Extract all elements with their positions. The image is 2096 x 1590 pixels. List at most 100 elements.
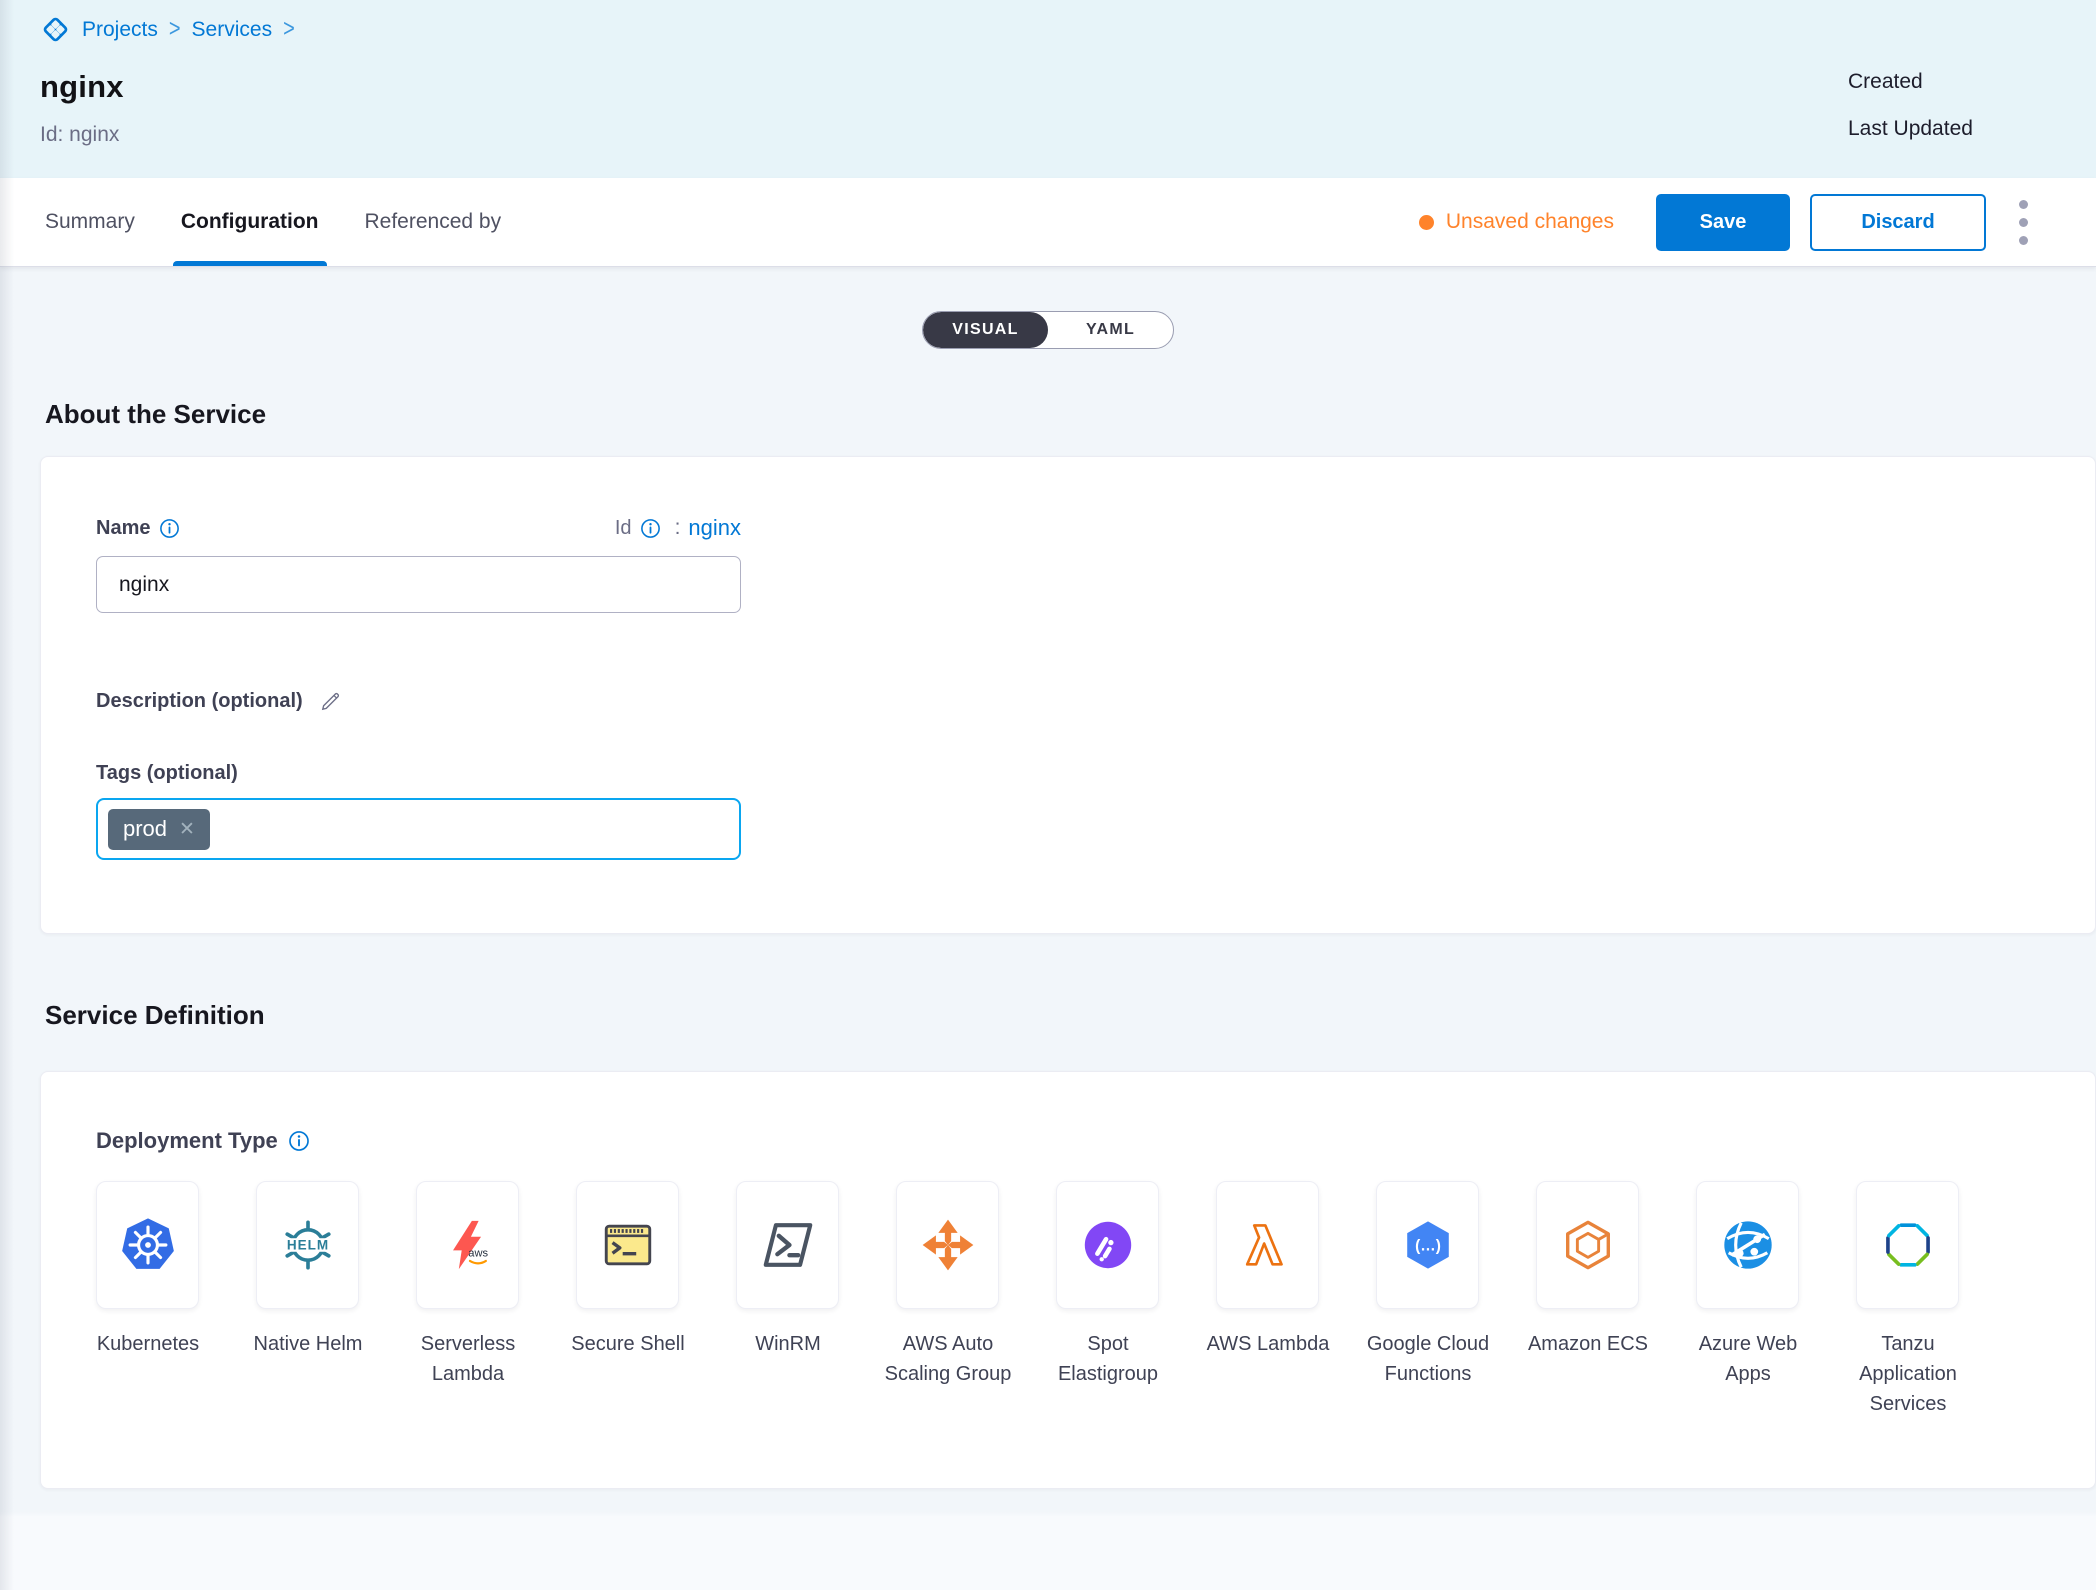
svg-text:(…): (…)	[1415, 1238, 1441, 1255]
save-button[interactable]: Save	[1656, 194, 1790, 251]
deployment-type-label: AWS Auto Scaling Group	[881, 1329, 1015, 1389]
deployment-type-label: Tanzu Application Services	[1841, 1329, 1975, 1419]
serverless-lambda-icon: aws	[439, 1216, 497, 1274]
deployment-type-label: Google Cloud Functions	[1361, 1329, 1495, 1389]
info-icon[interactable]	[640, 518, 661, 539]
tab-bar: Summary Configuration Referenced by Unsa…	[0, 178, 2096, 267]
service-definition-card: Deployment Type KubernetesHELMNative Hel…	[40, 1071, 2096, 1489]
created-label: Created	[1848, 70, 1973, 94]
deployment-type-item: Spot Elastigroup	[1056, 1181, 1159, 1419]
deployment-type-card-google-cloud-functions[interactable]: (…)	[1376, 1181, 1479, 1309]
tab-referenced-by[interactable]: Referenced by	[365, 178, 502, 266]
tabs: Summary Configuration Referenced by	[45, 178, 501, 266]
tag-chip: prod ✕	[108, 809, 210, 850]
tag-text: prod	[123, 816, 167, 842]
deployment-type-card-serverless-lambda[interactable]: aws	[416, 1181, 519, 1309]
deployment-type-label: Serverless Lambda	[401, 1329, 535, 1389]
deployment-type-heading: Deployment Type	[96, 1128, 2095, 1154]
deployment-type-card-kubernetes[interactable]	[96, 1181, 199, 1309]
breadcrumb-link-services[interactable]: Services	[192, 18, 273, 42]
deployment-type-item: WinRM	[736, 1181, 839, 1419]
unsaved-changes-text: Unsaved changes	[1446, 210, 1614, 234]
visual-yaml-toggle: VISUAL YAML	[922, 311, 1174, 349]
deployment-type-label: WinRM	[721, 1329, 855, 1359]
deployment-type-label: AWS Lambda	[1201, 1329, 1335, 1359]
deployment-type-card-aws-lambda[interactable]	[1216, 1181, 1319, 1309]
description-label-text: Description (optional)	[96, 690, 303, 713]
edit-pencil-icon[interactable]	[318, 689, 343, 714]
page-header: Projects > Services > nginx Id: nginx Creat…	[0, 0, 2096, 178]
header-meta: Created Last Updated	[1848, 70, 1973, 141]
kebab-menu-icon[interactable]	[2012, 194, 2034, 251]
info-icon[interactable]	[288, 1130, 310, 1152]
id-value-link[interactable]: nginx	[688, 515, 741, 541]
deployment-type-card-aws-auto-scaling-group[interactable]	[896, 1181, 999, 1309]
deployment-type-label-text: Deployment Type	[96, 1128, 278, 1154]
service-title: nginx	[40, 69, 2096, 105]
deployment-type-card-spot-elastigroup[interactable]	[1056, 1181, 1159, 1309]
deployment-type-label: Native Helm	[241, 1329, 375, 1359]
deployment-type-card-native-helm[interactable]: HELM	[256, 1181, 359, 1309]
name-field-label: Name	[96, 517, 180, 540]
deployment-type-label: Amazon ECS	[1521, 1329, 1655, 1359]
azure-web-apps-icon	[1719, 1216, 1777, 1274]
deployment-type-item: Azure Web Apps	[1696, 1181, 1799, 1419]
about-service-card: Name Id : nginx Description (optional)	[40, 456, 2096, 934]
about-service-heading: About the Service	[45, 399, 2096, 430]
breadcrumb-items: Projects > Services >	[82, 18, 295, 42]
breadcrumb-separator-icon: >	[169, 15, 181, 44]
breadcrumb-link-projects[interactable]: Projects	[82, 18, 158, 42]
deployment-type-card-tanzu-application-services[interactable]	[1856, 1181, 1959, 1309]
deployment-type-card-secure-shell[interactable]	[576, 1181, 679, 1309]
id-separator: :	[675, 516, 681, 540]
amazon-ecs-icon	[1559, 1216, 1617, 1274]
projects-grid-icon	[40, 14, 71, 45]
deployment-type-card-azure-web-apps[interactable]	[1696, 1181, 1799, 1309]
last-updated-label: Last Updated	[1848, 117, 1973, 141]
deployment-type-item: HELMNative Helm	[256, 1181, 359, 1419]
service-id-text: Id: nginx	[40, 123, 2096, 147]
svg-text:aws: aws	[468, 1248, 488, 1260]
tab-summary[interactable]: Summary	[45, 178, 135, 266]
discard-button[interactable]: Discard	[1810, 194, 1986, 251]
google-cloud-functions-icon: (…)	[1399, 1216, 1457, 1274]
service-definition-heading: Service Definition	[45, 1000, 2096, 1031]
remove-tag-icon[interactable]: ✕	[179, 820, 195, 839]
deployment-type-item: AWS Auto Scaling Group	[896, 1181, 999, 1419]
svg-text:HELM: HELM	[286, 1238, 328, 1253]
breadcrumb-separator-icon: >	[283, 15, 295, 44]
deployment-type-label: Spot Elastigroup	[1041, 1329, 1175, 1389]
deployment-type-label: Secure Shell	[561, 1329, 695, 1359]
deployment-type-label: Azure Web Apps	[1681, 1329, 1815, 1389]
tags-label: Tags (optional)	[96, 762, 2040, 785]
toggle-yaml[interactable]: YAML	[1048, 312, 1173, 348]
tab-configuration[interactable]: Configuration	[181, 178, 319, 266]
tags-label-text: Tags (optional)	[96, 762, 238, 785]
deployment-type-item: Amazon ECS	[1536, 1181, 1639, 1419]
deployment-type-label: Kubernetes	[81, 1329, 215, 1359]
deployment-type-card-winrm[interactable]	[736, 1181, 839, 1309]
tanzu-icon	[1879, 1216, 1937, 1274]
name-label-text: Name	[96, 517, 150, 540]
deployment-type-card-amazon-ecs[interactable]	[1536, 1181, 1639, 1309]
winrm-icon	[759, 1216, 817, 1274]
deployment-type-item: AWS Lambda	[1216, 1181, 1319, 1419]
name-input[interactable]	[96, 556, 741, 613]
unsaved-changes-indicator: Unsaved changes	[1419, 210, 1614, 234]
secure-shell-icon	[599, 1216, 657, 1274]
id-label-text: Id	[615, 517, 632, 540]
deployment-type-item: Kubernetes	[96, 1181, 199, 1419]
page-content: VISUAL YAML About the Service Name Id : …	[0, 267, 2096, 1590]
tags-input[interactable]: prod ✕	[96, 798, 741, 860]
deployment-type-item: (…)Google Cloud Functions	[1376, 1181, 1479, 1419]
aws-lambda-icon	[1239, 1216, 1297, 1274]
spot-elastigroup-icon	[1079, 1216, 1137, 1274]
tab-actions: Unsaved changes Save Discard	[1419, 194, 2034, 251]
native-helm-icon: HELM	[279, 1216, 337, 1274]
deployment-type-item: awsServerless Lambda	[416, 1181, 519, 1419]
kubernetes-icon	[119, 1216, 177, 1274]
toggle-visual[interactable]: VISUAL	[923, 312, 1048, 348]
info-icon[interactable]	[159, 518, 180, 539]
breadcrumb: Projects > Services >	[40, 14, 2096, 45]
deployment-type-item: Secure Shell	[576, 1181, 679, 1419]
